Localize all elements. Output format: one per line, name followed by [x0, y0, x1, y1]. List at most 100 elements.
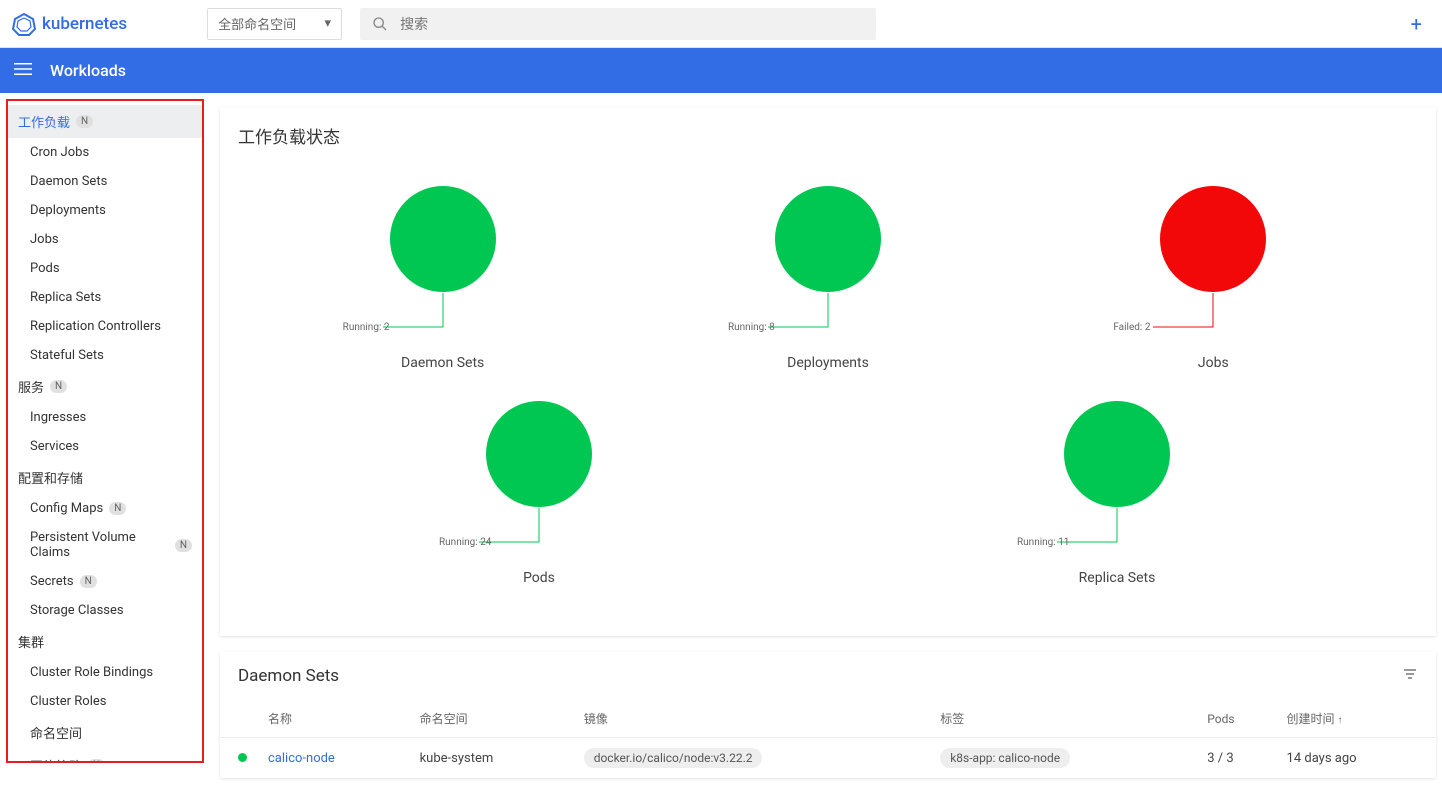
- sidebar: 工作负载N Cron Jobs Daemon Sets Deployments Jobs…: [6, 99, 204, 763]
- page-title: Workloads: [50, 61, 126, 80]
- sidebar-item[interactable]: Persistent Volume Claims N: [8, 523, 202, 567]
- sidebar-item[interactable]: Pods: [8, 254, 202, 283]
- search-box[interactable]: [360, 8, 876, 40]
- sidebar-item[interactable]: Config MapsN: [8, 494, 202, 523]
- col-labels[interactable]: 标签: [932, 700, 1199, 738]
- status-chart: Running: 8 Deployments: [678, 176, 978, 371]
- badge-n: N: [175, 539, 192, 552]
- donut-wrap: Running: 24: [439, 391, 639, 566]
- image-chip: docker.io/calico/node:v3.22.2: [584, 748, 763, 768]
- sidebar-item[interactable]: Stateful Sets: [8, 341, 202, 370]
- top-bar: kubernetes 全部命名空间 ▾ +: [0, 0, 1442, 48]
- sidebar-item[interactable]: Replica Sets: [8, 283, 202, 312]
- sidebar-item-label: 网络策略: [30, 756, 82, 763]
- status-chart: Failed: 2 Jobs: [1063, 176, 1363, 371]
- sidebar-item-label: Persistent Volume Claims: [30, 530, 169, 560]
- plus-icon: +: [1411, 12, 1422, 36]
- sidebar-item-label: Deployments: [30, 203, 106, 218]
- hamburger-icon: [14, 60, 32, 78]
- chart-status-label: Failed: 2: [1113, 322, 1150, 333]
- sidebar-section[interactable]: 集群: [8, 625, 202, 658]
- sidebar-item-label: Secrets: [30, 574, 74, 589]
- sidebar-item[interactable]: Jobs: [8, 225, 202, 254]
- namespace-selector[interactable]: 全部命名空间 ▾: [207, 8, 342, 40]
- sidebar-section-label: 服务: [18, 377, 44, 396]
- sidebar-item-label: Jobs: [30, 232, 59, 247]
- sidebar-item[interactable]: Cluster Roles: [8, 687, 202, 716]
- daemon-sets-title: Daemon Sets: [238, 666, 1402, 686]
- badge-n: N: [50, 380, 67, 393]
- resource-name-link[interactable]: calico-node: [268, 751, 335, 766]
- badge-n: N: [80, 575, 97, 588]
- sidebar-item-label: Services: [30, 439, 79, 454]
- search-input[interactable]: [400, 16, 864, 32]
- sidebar-item-label: Cluster Roles: [30, 694, 106, 709]
- donut-wrap: Failed: 2: [1113, 176, 1313, 351]
- cell-created: 14 days ago: [1279, 738, 1436, 779]
- sidebar-item[interactable]: 命名空间: [8, 716, 202, 749]
- sidebar-item[interactable]: Cluster Role Bindings: [8, 658, 202, 687]
- sidebar-item[interactable]: Cron Jobs: [8, 138, 202, 167]
- badge-n: N: [88, 759, 105, 763]
- status-grid: Running: 2 Daemon Sets Running: 8 Deploy…: [220, 156, 1436, 636]
- donut-chart: [1064, 401, 1170, 507]
- col-images[interactable]: 镜像: [576, 700, 933, 738]
- chart-title: Pods: [523, 570, 555, 586]
- daemon-sets-table: 名称 命名空间 镜像 标签 Pods 创建时间 ↑ calico-node ku…: [220, 700, 1436, 778]
- daemon-sets-card: Daemon Sets 名称 命名空间 镜像 标签 Pods 创建时间 ↑ ca…: [220, 652, 1436, 778]
- search-icon: [372, 16, 388, 32]
- chart-title: Daemon Sets: [401, 355, 484, 371]
- status-chart: Running: 11 Replica Sets: [967, 391, 1267, 586]
- donut-chart: [486, 401, 592, 507]
- sidebar-item[interactable]: Secrets N: [8, 567, 202, 596]
- sidebar-item[interactable]: Daemon Sets: [8, 167, 202, 196]
- col-namespace[interactable]: 命名空间: [412, 700, 576, 738]
- sidebar-item[interactable]: Replication Controllers: [8, 312, 202, 341]
- donut-chart: [390, 186, 496, 292]
- sidebar-item-label: Cron Jobs: [30, 145, 89, 160]
- sort-asc-icon: ↑: [1338, 715, 1343, 726]
- sidebar-section-label: 集群: [18, 632, 44, 651]
- brand-text: kubernetes: [42, 14, 127, 34]
- col-name[interactable]: 名称: [260, 700, 412, 738]
- main-content: 工作负载状态 Running: 2 Daemon Sets Running: 8…: [204, 93, 1442, 794]
- sidebar-section-label: 配置和存储: [18, 468, 83, 487]
- sidebar-item[interactable]: Storage Classes: [8, 596, 202, 625]
- sidebar-item-label: Storage Classes: [30, 603, 124, 618]
- sidebar-item[interactable]: Deployments: [8, 196, 202, 225]
- status-dot: [238, 753, 247, 762]
- chart-title: Deployments: [787, 355, 869, 371]
- sidebar-section[interactable]: 工作负载N: [8, 105, 202, 138]
- namespace-selector-label: 全部命名空间: [218, 14, 296, 33]
- chart-status-label: Running: 11: [1017, 537, 1069, 548]
- sidebar-section[interactable]: 配置和存储: [8, 461, 202, 494]
- menu-toggle[interactable]: [14, 60, 32, 82]
- chart-title: Replica Sets: [1079, 570, 1156, 586]
- sidebar-item-label: Replica Sets: [30, 290, 101, 305]
- table-row[interactable]: calico-node kube-system docker.io/calico…: [220, 738, 1436, 779]
- header-bar: Workloads: [0, 48, 1442, 93]
- kubernetes-icon: [12, 12, 36, 36]
- sidebar-item[interactable]: Ingresses: [8, 403, 202, 432]
- sidebar-item-label: Daemon Sets: [30, 174, 107, 189]
- sidebar-item-label: 命名空间: [30, 723, 82, 742]
- sidebar-section[interactable]: 服务 N: [8, 370, 202, 403]
- col-pods[interactable]: Pods: [1199, 700, 1278, 738]
- sidebar-item-label: Pods: [30, 261, 60, 276]
- workload-status-title: 工作负载状态: [220, 107, 1436, 156]
- donut-chart: [1160, 186, 1266, 292]
- sidebar-item-label: Replication Controllers: [30, 319, 161, 334]
- sidebar-item[interactable]: Services: [8, 432, 202, 461]
- col-created[interactable]: 创建时间 ↑: [1279, 700, 1436, 738]
- chart-title: Jobs: [1198, 355, 1229, 371]
- sidebar-item-label: Config Maps: [30, 501, 103, 516]
- sidebar-item[interactable]: 网络策略 N: [8, 749, 202, 763]
- filter-button[interactable]: [1402, 666, 1418, 686]
- donut-chart: [775, 186, 881, 292]
- label-chip: k8s-app: calico-node: [940, 748, 1070, 768]
- chevron-down-icon: ▾: [325, 16, 332, 31]
- filter-icon: [1402, 666, 1418, 682]
- create-button[interactable]: +: [1403, 12, 1430, 36]
- status-chart: Running: 24 Pods: [389, 391, 689, 586]
- brand-logo[interactable]: kubernetes: [12, 12, 127, 36]
